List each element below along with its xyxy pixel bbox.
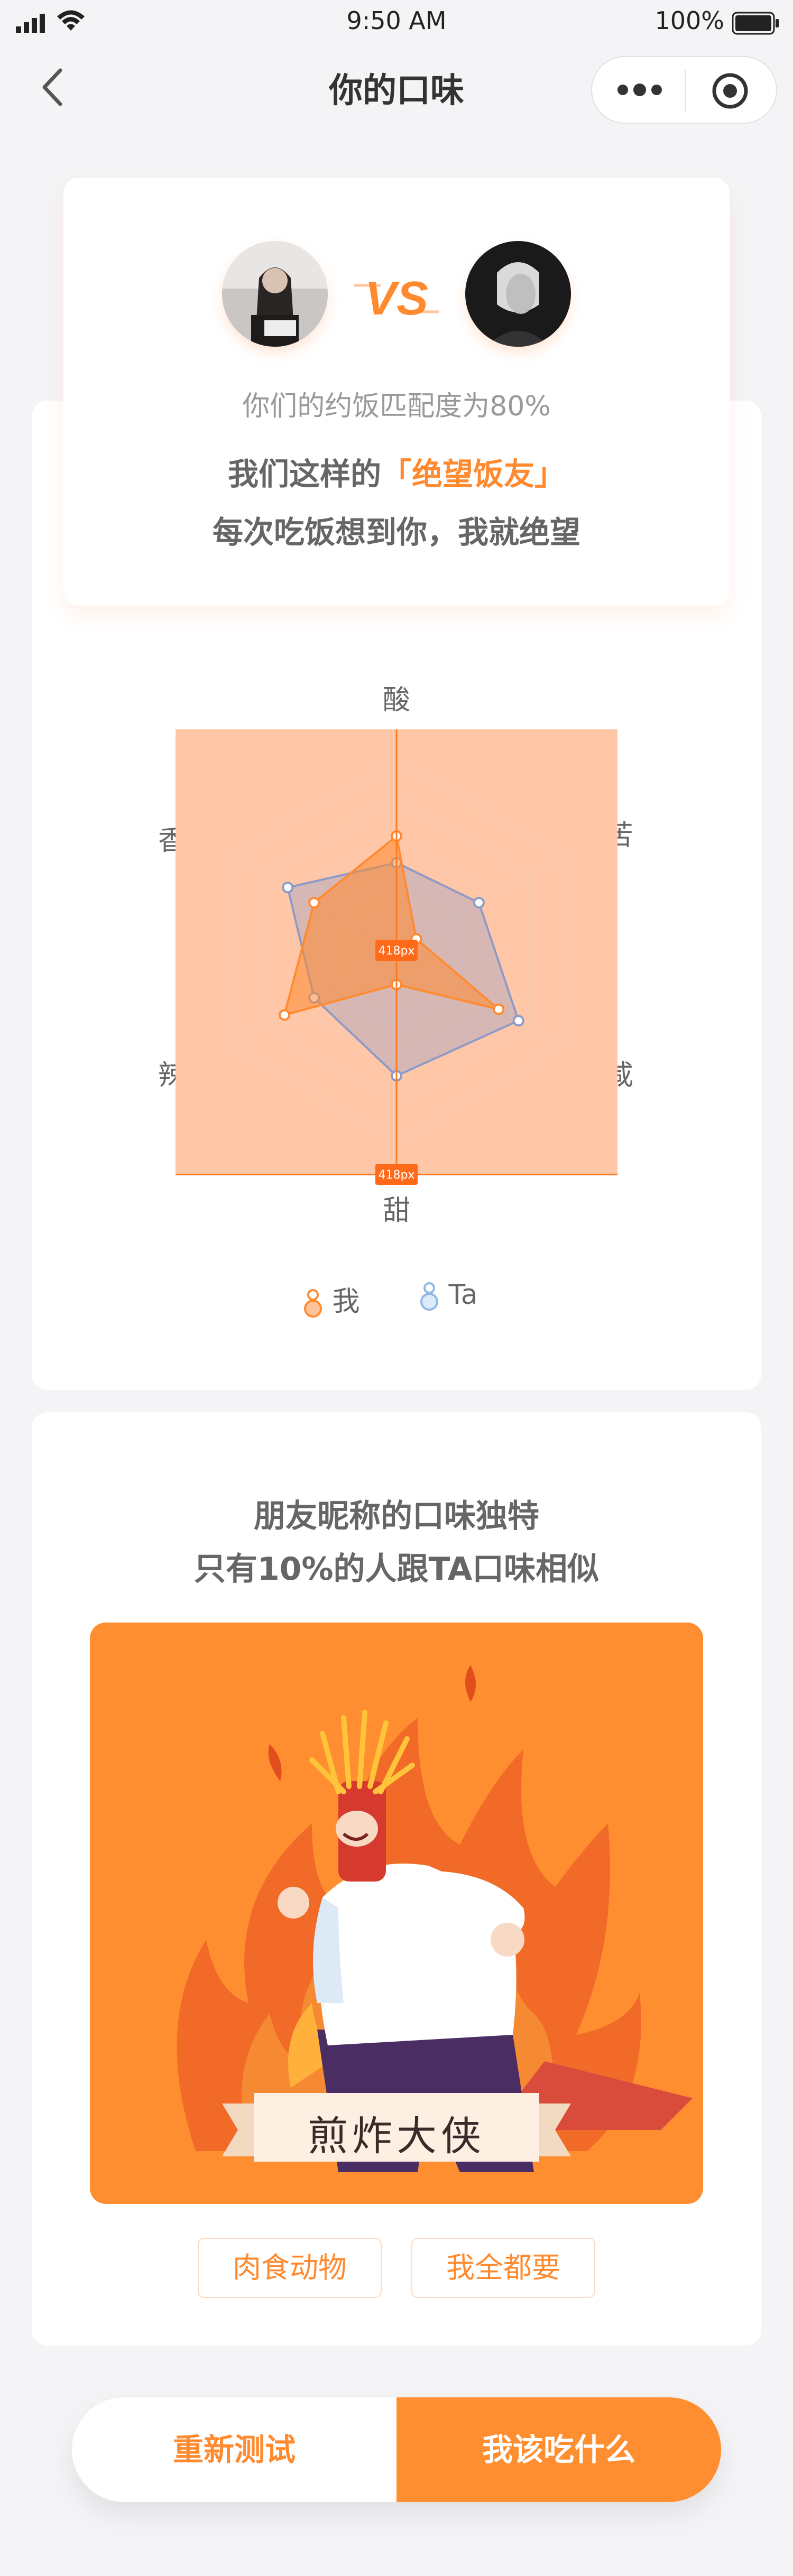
taste-radar-chart: 418px 418px (176, 729, 617, 1185)
radar-point-ta-2 (512, 1015, 524, 1027)
taste-tag-label: 肉食动物 (233, 2251, 347, 2284)
match-subtitle: 每次吃饭想到你，我就绝望 (212, 514, 580, 550)
what-to-eat-button[interactable]: 我该吃什么 (396, 2397, 721, 2502)
legend-item-ta: Ta (419, 1279, 478, 1312)
legend-me-icon (304, 1289, 322, 1318)
radar-point-me-5 (308, 897, 320, 909)
radar-point-me-2 (493, 1003, 505, 1015)
result-title: 朋友昵称的口味独特 (254, 1498, 539, 1535)
svg-text:VS: VS (365, 272, 428, 325)
dimension-badge-height-text: 418px (379, 944, 415, 958)
radar-point-ta-1 (473, 897, 485, 909)
result-subtitle: 只有10%的人跟TA口味相似 (193, 1551, 600, 1588)
retest-button[interactable]: 重新测试 (72, 2397, 396, 2502)
legend-item-me: 我 (302, 1279, 360, 1319)
capsule-divider (685, 70, 686, 112)
dimension-badge-width-text: 418px (379, 1169, 415, 1182)
close-target-icon[interactable] (711, 72, 749, 110)
mini-program-capsule (591, 56, 777, 124)
bottom-action-bar: 重新测试 我该吃什么 (72, 2397, 721, 2502)
battery-icon (732, 12, 779, 35)
taste-tag-label: 我全都要 (446, 2251, 560, 2284)
more-dots-icon[interactable] (613, 78, 666, 101)
fried-food-hero-illustration: 煎炸大侠 (90, 1623, 703, 2204)
match-percent-text: 你们的约饭匹配度为80% (242, 391, 551, 422)
match-title: 我们这样的「绝望饭友」 (63, 449, 730, 494)
ta-avatar[interactable] (465, 241, 571, 347)
taste-tag[interactable]: 肉食动物 (198, 2238, 382, 2298)
vs-icon: VS (354, 272, 439, 325)
my-avatar[interactable] (222, 241, 328, 347)
legend-me-label: 我 (332, 1286, 360, 1318)
radar-point-me-4 (278, 1009, 290, 1021)
match-label-highlight: 「绝望饭友」 (381, 456, 566, 492)
legend-ta-icon (420, 1282, 438, 1311)
hero-title-banner: 煎炸大侠 (308, 2112, 485, 2160)
radar-point-ta-5 (282, 882, 294, 894)
match-title-prefix: 我们这样的 (227, 456, 381, 492)
legend-ta-label: Ta (448, 1279, 478, 1311)
taste-tag[interactable]: 我全都要 (411, 2238, 595, 2298)
status-bar: 9:50 AM 100% (0, 0, 793, 48)
battery-percent: 100% (654, 6, 724, 35)
